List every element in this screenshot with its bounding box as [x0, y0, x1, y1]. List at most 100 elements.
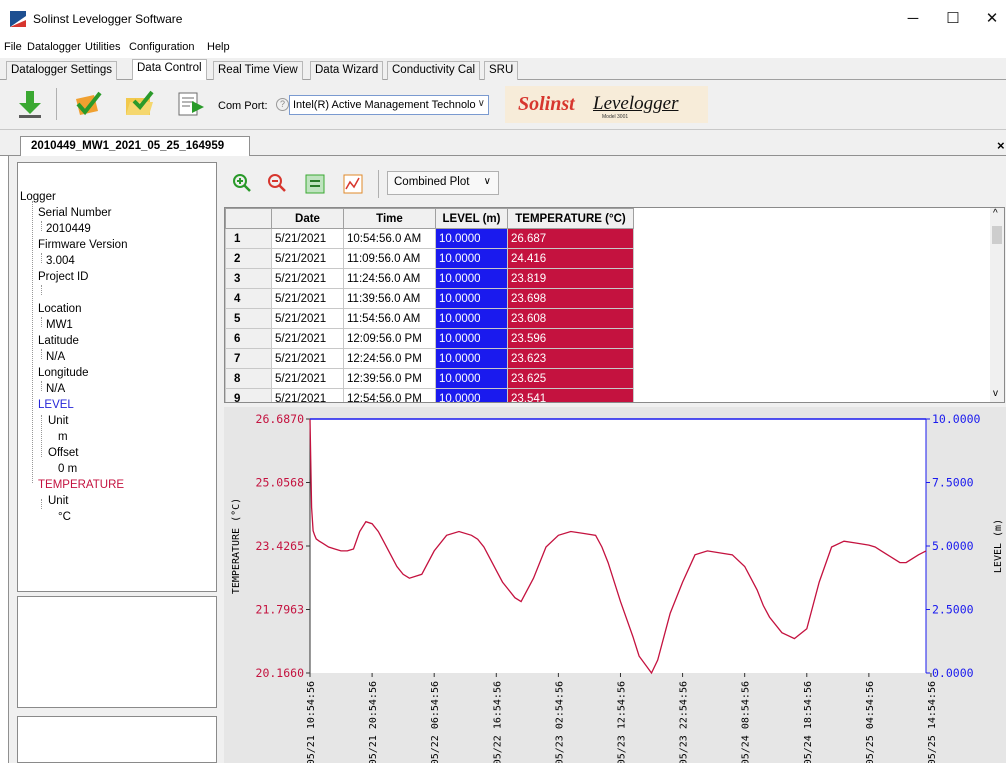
temperature-cell[interactable]: 23.698	[507, 288, 634, 309]
minimize-button[interactable]: ─	[898, 6, 928, 32]
temperature-cell[interactable]: 23.596	[507, 328, 634, 349]
temperature-cell[interactable]: 24.416	[507, 248, 634, 269]
tab-conductivity-cal[interactable]: Conductivity Cal	[387, 61, 481, 80]
tree-latitude-label[interactable]: Latitude	[38, 335, 79, 347]
level-cell[interactable]: 10.0000	[435, 388, 508, 402]
scroll-down-icon[interactable]: v	[993, 388, 998, 399]
level-cell[interactable]: 10.0000	[435, 308, 508, 329]
tree-location-label[interactable]: Location	[38, 303, 81, 315]
level-cell[interactable]: 10.0000	[435, 268, 508, 289]
close-file-icon[interactable]: ×	[997, 138, 1005, 153]
table-row[interactable]: 9 5/21/2021 12:54:56.0 PM 10.0000 23.541	[225, 388, 634, 402]
scrollbar-thumb[interactable]	[992, 226, 1002, 244]
table-row[interactable]: 4 5/21/2021 11:39:56.0 AM 10.0000 23.698	[225, 288, 634, 309]
close-window-button[interactable]: ✕	[977, 6, 1006, 32]
menu-configuration[interactable]: Configuration	[129, 41, 194, 53]
row-index-cell[interactable]: 2	[225, 248, 272, 269]
tree-temperature-label[interactable]: TEMPERATURE	[38, 479, 124, 491]
date-cell[interactable]: 5/21/2021	[271, 308, 344, 329]
tab-datalogger-settings[interactable]: Datalogger Settings	[6, 61, 118, 80]
menu-file[interactable]: File	[4, 41, 22, 53]
col-header-level[interactable]: LEVEL (m)	[435, 208, 508, 229]
date-cell[interactable]: 5/21/2021	[271, 248, 344, 269]
tree-project-label[interactable]: Project ID	[38, 271, 89, 283]
time-cell[interactable]: 11:24:56.0 AM	[343, 268, 436, 289]
level-cell[interactable]: 10.0000	[435, 368, 508, 389]
level-cell[interactable]: 10.0000	[435, 228, 508, 249]
zoom-in-icon[interactable]	[232, 173, 252, 193]
time-cell[interactable]: 11:09:56.0 AM	[343, 248, 436, 269]
date-cell[interactable]: 5/21/2021	[271, 368, 344, 389]
row-index-cell[interactable]: 3	[225, 268, 272, 289]
temperature-cell[interactable]: 23.608	[507, 308, 634, 329]
time-cell[interactable]: 11:39:56.0 AM	[343, 288, 436, 309]
com-port-select[interactable]: Intel(R) Active Management Technolo ∨	[289, 95, 489, 115]
row-index-cell[interactable]: 8	[225, 368, 272, 389]
table-row[interactable]: 5 5/21/2021 11:54:56.0 AM 10.0000 23.608	[225, 308, 634, 329]
date-cell[interactable]: 5/21/2021	[271, 388, 344, 402]
row-index-cell[interactable]: 4	[225, 288, 272, 309]
time-cell[interactable]: 12:54:56.0 PM	[343, 388, 436, 402]
time-cell[interactable]: 12:39:56.0 PM	[343, 368, 436, 389]
col-header-time[interactable]: Time	[343, 208, 436, 229]
date-cell[interactable]: 5/21/2021	[271, 268, 344, 289]
tree-longitude-label[interactable]: Longitude	[38, 367, 89, 379]
date-cell[interactable]: 5/21/2021	[271, 228, 344, 249]
date-cell[interactable]: 5/21/2021	[271, 288, 344, 309]
menu-datalogger[interactable]: Datalogger	[27, 41, 81, 53]
tree-firmware-label[interactable]: Firmware Version	[38, 239, 127, 251]
temperature-cell[interactable]: 26.687	[507, 228, 634, 249]
tree-serial-label[interactable]: Serial Number	[38, 207, 112, 219]
tree-level-label[interactable]: LEVEL	[38, 399, 74, 411]
temperature-cell[interactable]: 23.623	[507, 348, 634, 369]
time-cell[interactable]: 12:24:56.0 PM	[343, 348, 436, 369]
table-row[interactable]: 2 5/21/2021 11:09:56.0 AM 10.0000 24.416	[225, 248, 634, 269]
table-row[interactable]: 1 5/21/2021 10:54:56.0 AM 10.0000 26.687	[225, 228, 634, 249]
row-index-cell[interactable]: 1	[225, 228, 272, 249]
tree-level-unit-label[interactable]: Unit	[48, 415, 68, 427]
level-cell[interactable]: 10.0000	[435, 328, 508, 349]
col-header-date[interactable]: Date	[271, 208, 344, 229]
download-icon[interactable]	[15, 89, 45, 119]
tab-real-time-view[interactable]: Real Time View	[213, 61, 303, 80]
date-cell[interactable]: 5/21/2021	[271, 348, 344, 369]
tab-data-control[interactable]: Data Control	[132, 59, 207, 81]
tree-root-logger[interactable]: Logger	[20, 191, 56, 203]
row-index-cell[interactable]: 6	[225, 328, 272, 349]
zoom-100-icon[interactable]	[305, 174, 325, 194]
tab-sru[interactable]: SRU	[484, 61, 519, 80]
temperature-cell[interactable]: 23.819	[507, 268, 634, 289]
time-cell[interactable]: 12:09:56.0 PM	[343, 328, 436, 349]
time-cell[interactable]: 11:54:56.0 AM	[343, 308, 436, 329]
row-index-cell[interactable]: 7	[225, 348, 272, 369]
plot-mode-select[interactable]: Combined Plot ∨	[387, 171, 499, 195]
file-tab[interactable]: 2010449_MW1_2021_05_25_164959	[20, 136, 250, 156]
table-row[interactable]: 7 5/21/2021 12:24:56.0 PM 10.0000 23.623	[225, 348, 634, 369]
level-cell[interactable]: 10.0000	[435, 288, 508, 309]
maximize-button[interactable]: ☐	[938, 6, 968, 32]
table-row[interactable]: 3 5/21/2021 11:24:56.0 AM 10.0000 23.819	[225, 268, 634, 289]
table-row[interactable]: 8 5/21/2021 12:39:56.0 PM 10.0000 23.625	[225, 368, 634, 389]
chart-graph-icon[interactable]	[343, 174, 363, 194]
folder-open-icon[interactable]	[124, 89, 154, 119]
level-cell[interactable]: 10.0000	[435, 348, 508, 369]
help-icon[interactable]: ?	[276, 98, 289, 111]
temperature-cell[interactable]: 23.625	[507, 368, 634, 389]
col-header-temperature[interactable]: TEMPERATURE (°C)	[507, 208, 634, 229]
scroll-up-icon[interactable]: ^	[993, 208, 998, 219]
tree-level-offset-label[interactable]: Offset	[48, 447, 78, 459]
row-index-cell[interactable]: 9	[225, 388, 272, 402]
table-row[interactable]: 6 5/21/2021 12:09:56.0 PM 10.0000 23.596	[225, 328, 634, 349]
tree-temp-unit-label[interactable]: Unit	[48, 495, 68, 507]
menu-utilities[interactable]: Utilities	[85, 41, 120, 53]
table-scrollbar[interactable]: ^ v	[990, 208, 1004, 402]
temperature-cell[interactable]: 23.541	[507, 388, 634, 402]
row-index-cell[interactable]: 5	[225, 308, 272, 329]
menu-help[interactable]: Help	[207, 41, 230, 53]
save-report-icon[interactable]	[176, 89, 206, 119]
date-cell[interactable]: 5/21/2021	[271, 328, 344, 349]
tab-data-wizard[interactable]: Data Wizard	[310, 61, 384, 80]
time-cell[interactable]: 10:54:56.0 AM	[343, 228, 436, 249]
zoom-out-icon[interactable]	[267, 173, 287, 193]
start-logger-icon[interactable]	[72, 89, 102, 119]
